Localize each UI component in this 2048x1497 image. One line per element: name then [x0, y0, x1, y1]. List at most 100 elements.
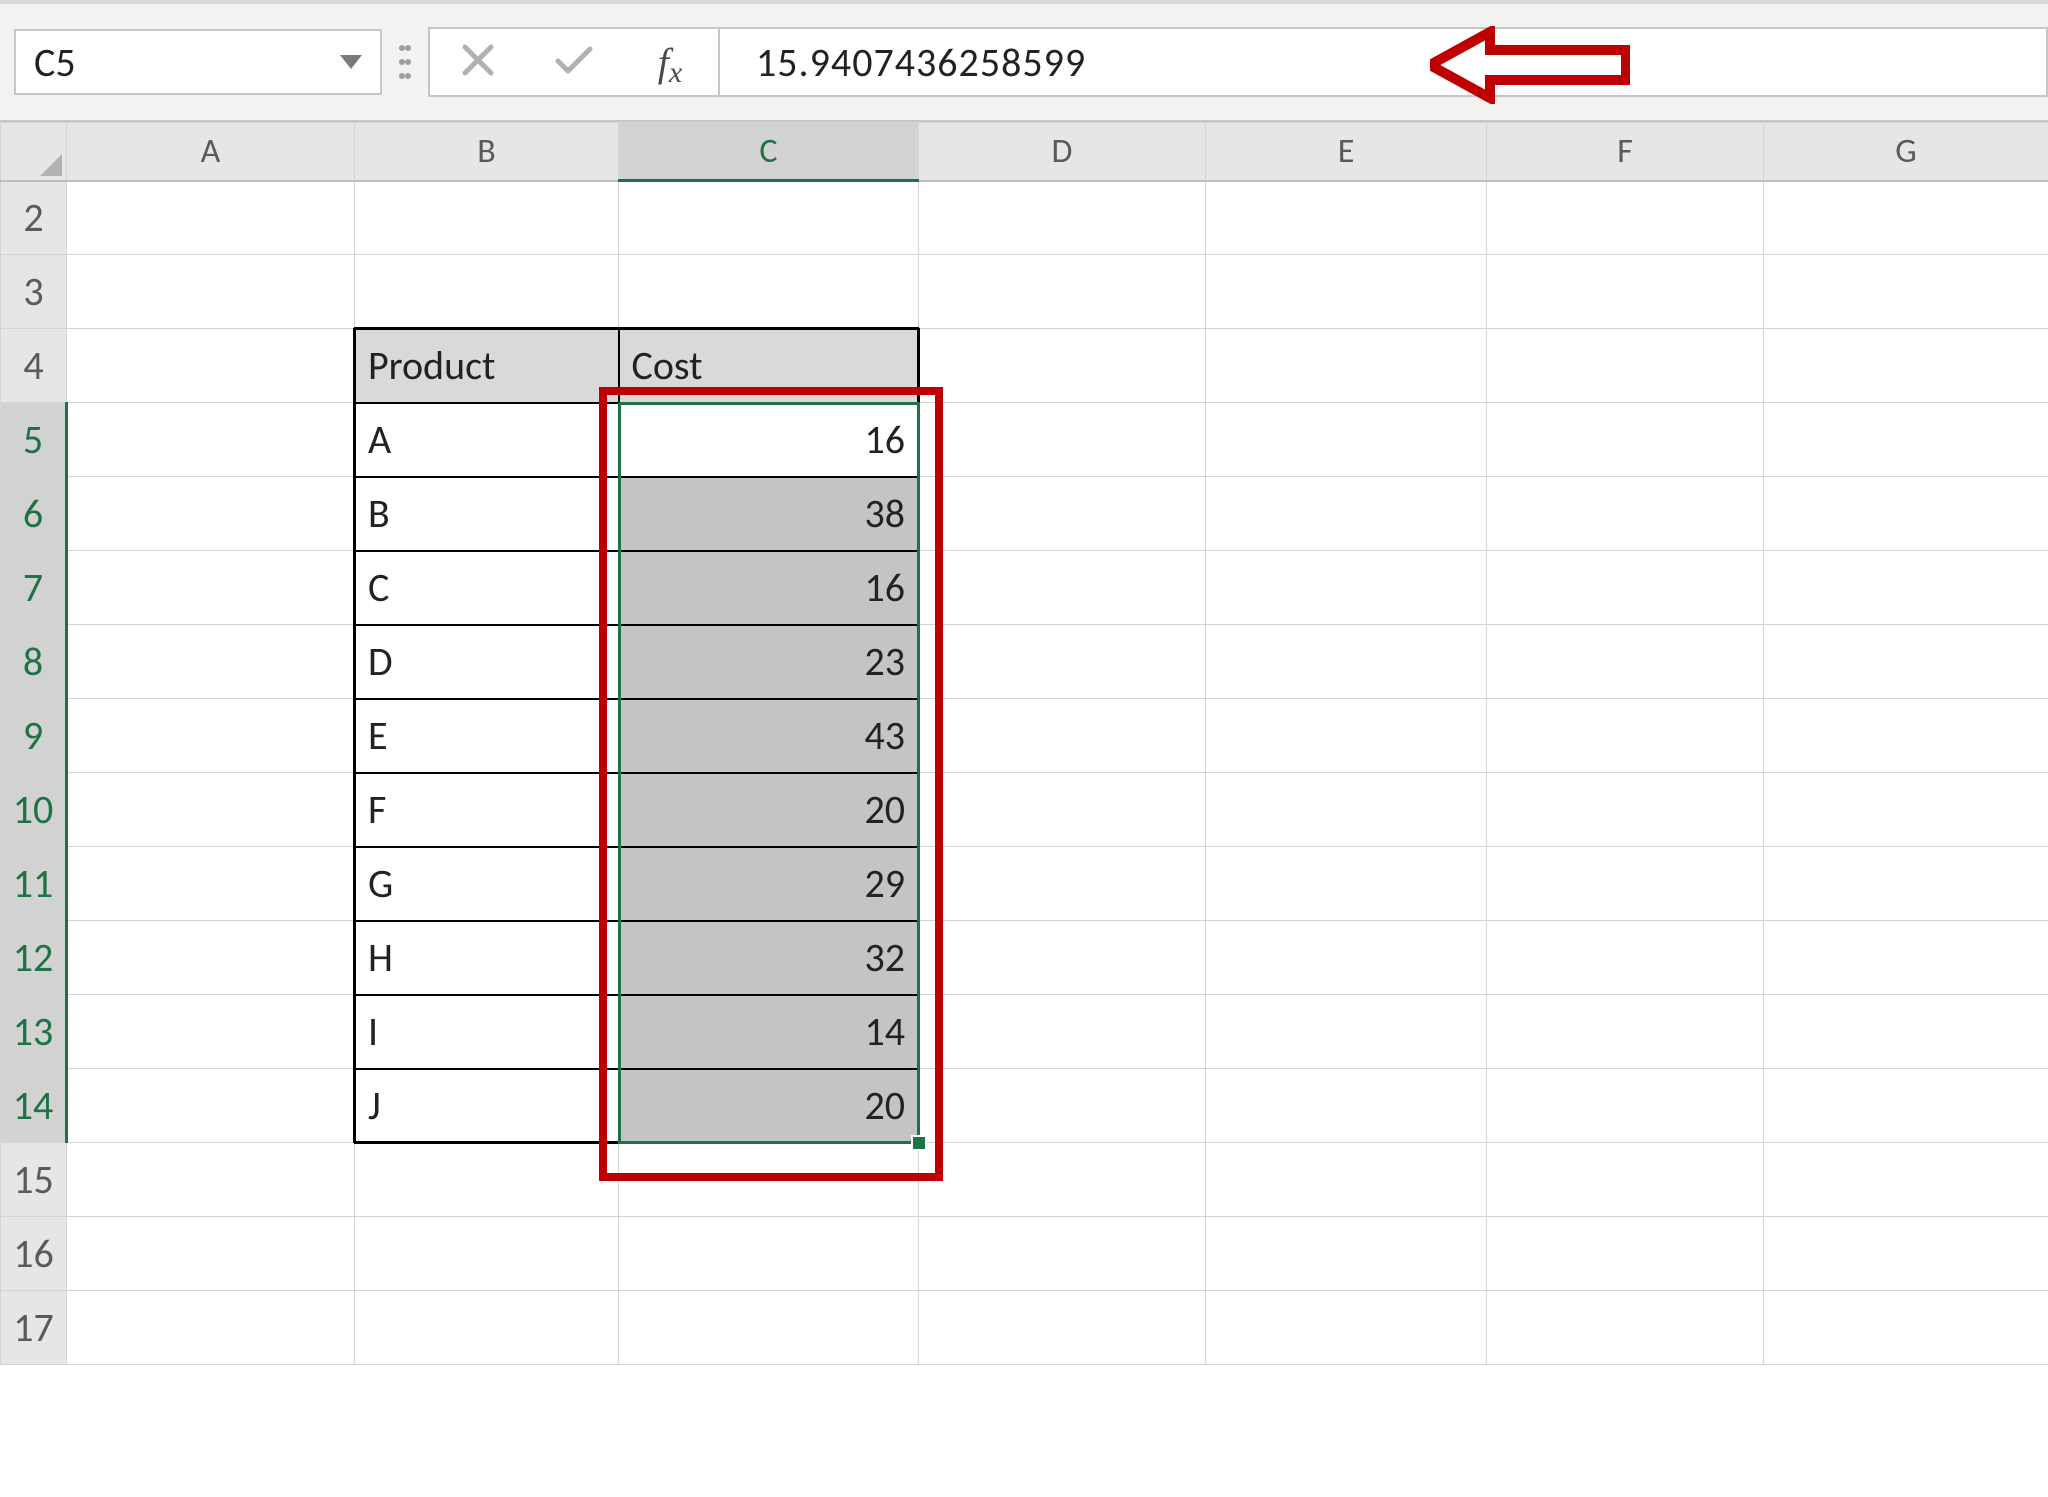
cell-E2[interactable]: [1206, 181, 1487, 255]
cell-F10[interactable]: [1487, 773, 1764, 847]
column-header-A[interactable]: A: [67, 123, 355, 181]
name-box[interactable]: C5: [14, 29, 382, 95]
cell-F3[interactable]: [1487, 255, 1764, 329]
cell-G5[interactable]: [1764, 403, 2048, 477]
row-header-14[interactable]: 14: [1, 1069, 67, 1143]
cell-E14[interactable]: [1206, 1069, 1487, 1143]
cell-G15[interactable]: [1764, 1143, 2048, 1217]
cell-G14[interactable]: [1764, 1069, 2048, 1143]
cell-F13[interactable]: [1487, 995, 1764, 1069]
cell-F14[interactable]: [1487, 1069, 1764, 1143]
row-header-5[interactable]: 5: [1, 403, 67, 477]
cell-A16[interactable]: [67, 1217, 355, 1291]
cell-D11[interactable]: [919, 847, 1206, 921]
cell-B3[interactable]: [355, 255, 619, 329]
cell-B10[interactable]: F: [355, 773, 619, 847]
cell-C3[interactable]: [619, 255, 919, 329]
cell-A4[interactable]: [67, 329, 355, 403]
cell-B15[interactable]: [355, 1143, 619, 1217]
row-header-3[interactable]: 3: [1, 255, 67, 329]
cell-F4[interactable]: [1487, 329, 1764, 403]
dropdown-icon[interactable]: [340, 55, 362, 69]
cell-C4[interactable]: Cost: [619, 329, 919, 403]
cell-A11[interactable]: [67, 847, 355, 921]
cell-G4[interactable]: [1764, 329, 2048, 403]
cell-B16[interactable]: [355, 1217, 619, 1291]
cell-C7[interactable]: 16: [619, 551, 919, 625]
row-header-15[interactable]: 15: [1, 1143, 67, 1217]
cell-G16[interactable]: [1764, 1217, 2048, 1291]
cell-C6[interactable]: 38: [619, 477, 919, 551]
row-header-9[interactable]: 9: [1, 699, 67, 773]
cell-G13[interactable]: [1764, 995, 2048, 1069]
cell-C11[interactable]: 29: [619, 847, 919, 921]
cell-F9[interactable]: [1487, 699, 1764, 773]
cell-E12[interactable]: [1206, 921, 1487, 995]
cell-D5[interactable]: [919, 403, 1206, 477]
cell-E8[interactable]: [1206, 625, 1487, 699]
cell-B8[interactable]: D: [355, 625, 619, 699]
column-header-F[interactable]: F: [1487, 123, 1764, 181]
spreadsheet-grid[interactable]: A B C D E F G 2 3 4 Product Cost 5 A 16 …: [0, 122, 2048, 1365]
cell-F11[interactable]: [1487, 847, 1764, 921]
cell-G2[interactable]: [1764, 181, 2048, 255]
cell-G9[interactable]: [1764, 699, 2048, 773]
row-header-16[interactable]: 16: [1, 1217, 67, 1291]
cell-F8[interactable]: [1487, 625, 1764, 699]
cell-D8[interactable]: [919, 625, 1206, 699]
cell-C8[interactable]: 23: [619, 625, 919, 699]
cell-C13[interactable]: 14: [619, 995, 919, 1069]
row-header-11[interactable]: 11: [1, 847, 67, 921]
cell-C17[interactable]: [619, 1291, 919, 1365]
cell-G7[interactable]: [1764, 551, 2048, 625]
cell-F17[interactable]: [1487, 1291, 1764, 1365]
cell-E4[interactable]: [1206, 329, 1487, 403]
cell-D12[interactable]: [919, 921, 1206, 995]
cell-A13[interactable]: [67, 995, 355, 1069]
cell-F7[interactable]: [1487, 551, 1764, 625]
cell-D10[interactable]: [919, 773, 1206, 847]
cell-D6[interactable]: [919, 477, 1206, 551]
column-header-C[interactable]: C: [619, 123, 919, 181]
cell-D13[interactable]: [919, 995, 1206, 1069]
cell-B12[interactable]: H: [355, 921, 619, 995]
cell-G6[interactable]: [1764, 477, 2048, 551]
cell-C12[interactable]: 32: [619, 921, 919, 995]
enter-button[interactable]: [526, 29, 622, 95]
cell-A14[interactable]: [67, 1069, 355, 1143]
cell-D15[interactable]: [919, 1143, 1206, 1217]
cell-E17[interactable]: [1206, 1291, 1487, 1365]
column-header-G[interactable]: G: [1764, 123, 2048, 181]
cell-F15[interactable]: [1487, 1143, 1764, 1217]
select-all-corner[interactable]: [1, 123, 67, 181]
cell-A5[interactable]: [67, 403, 355, 477]
row-header-6[interactable]: 6: [1, 477, 67, 551]
cell-A17[interactable]: [67, 1291, 355, 1365]
cell-E6[interactable]: [1206, 477, 1487, 551]
cell-A10[interactable]: [67, 773, 355, 847]
cell-G11[interactable]: [1764, 847, 2048, 921]
row-header-12[interactable]: 12: [1, 921, 67, 995]
cell-A3[interactable]: [67, 255, 355, 329]
cell-A15[interactable]: [67, 1143, 355, 1217]
cell-G17[interactable]: [1764, 1291, 2048, 1365]
cell-B14[interactable]: J: [355, 1069, 619, 1143]
row-header-10[interactable]: 10: [1, 773, 67, 847]
cell-C2[interactable]: [619, 181, 919, 255]
row-header-2[interactable]: 2: [1, 181, 67, 255]
cell-A6[interactable]: [67, 477, 355, 551]
cell-C10[interactable]: 20: [619, 773, 919, 847]
row-header-4[interactable]: 4: [1, 329, 67, 403]
row-header-17[interactable]: 17: [1, 1291, 67, 1365]
cell-A2[interactable]: [67, 181, 355, 255]
cell-E11[interactable]: [1206, 847, 1487, 921]
cell-A12[interactable]: [67, 921, 355, 995]
row-header-13[interactable]: 13: [1, 995, 67, 1069]
cell-B9[interactable]: E: [355, 699, 619, 773]
cell-D3[interactable]: [919, 255, 1206, 329]
cell-D9[interactable]: [919, 699, 1206, 773]
formula-bar-input[interactable]: 15.9407436258599: [720, 27, 2048, 97]
cell-C5[interactable]: 16: [619, 403, 919, 477]
cell-B13[interactable]: I: [355, 995, 619, 1069]
row-header-8[interactable]: 8: [1, 625, 67, 699]
